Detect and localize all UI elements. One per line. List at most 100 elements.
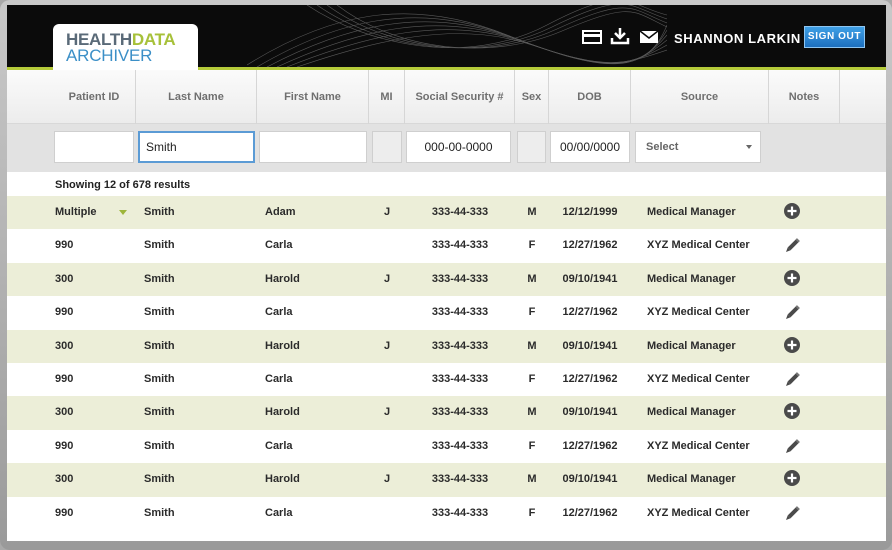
cell-ssn: 333-44-333 (431, 206, 489, 218)
cell-ssn: 333-44-333 (431, 406, 489, 419)
user-name[interactable]: SHANNON LARKIN (674, 31, 801, 46)
plus-icon[interactable] (783, 402, 801, 420)
cell-source: Medical Manager (647, 339, 736, 352)
logo[interactable]: HEALTHDATA ARCHIVER (53, 24, 198, 70)
cell-last-name: Smith (144, 506, 175, 519)
header-swirl-decoration (247, 5, 667, 67)
cell-ssn: 333-44-333 (431, 372, 489, 385)
cell-sex: M (527, 406, 537, 419)
table-row[interactable]: 990 Smith Carla 333-44-333 F 12/27/1962 XYZ Me… (7, 296, 886, 330)
cell-patient-id: 300 (55, 473, 74, 486)
cell-dob: 12/27/1962 (562, 372, 618, 385)
sex-filter-input[interactable] (517, 131, 546, 163)
cell-sex: F (528, 306, 536, 319)
cell-first-name: Harold (265, 406, 300, 419)
cell-last-name: Smith (144, 306, 175, 319)
cell-sex: F (528, 372, 536, 385)
cell-sex: M (527, 206, 537, 218)
plus-icon[interactable] (783, 269, 801, 287)
table-row[interactable]: 990 Smith Carla 333-44-333 F 12/27/1962 XYZ Me… (7, 429, 886, 464)
pencil-icon[interactable] (783, 304, 801, 322)
cell-first-name: Carla (265, 306, 293, 319)
column-header-first-name[interactable]: First Name (257, 70, 369, 124)
cell-dob: 12/27/1962 (562, 506, 618, 519)
sign-out-button[interactable]: SIGN OUT (804, 26, 865, 48)
cell-dob: 12/27/1962 (562, 439, 618, 452)
cell-dob: 09/10/1941 (562, 339, 618, 352)
first-name-filter-input[interactable] (259, 131, 367, 163)
dob-filter-input[interactable] (550, 131, 630, 163)
app-window: SHANNON LARKIN SIGN OUT HEALTHDATA ARCHI… (7, 5, 886, 541)
cell-ssn: 333-44-333 (431, 272, 489, 285)
download-icon[interactable] (610, 27, 630, 45)
cell-last-name: Smith (144, 473, 175, 486)
table-column-headers: Patient ID Last Name First Name MI Socia… (7, 70, 886, 124)
cell-sex: M (527, 473, 537, 486)
patient-id-filter-input[interactable] (54, 131, 134, 163)
table-row[interactable]: 990 Smith Carla 333-44-333 F 12/27/1962 XYZ Me… (7, 496, 886, 530)
cell-patient-id: 300 (55, 406, 74, 419)
expand-caret-icon[interactable] (119, 210, 127, 215)
table-row[interactable]: 990 Smith Carla 333-44-333 F 12/27/1962 XYZ Me… (7, 362, 886, 397)
table-row[interactable]: 990 Smith Carla 333-44-333 F 12/27/1962 XYZ Me… (7, 229, 886, 263)
plus-icon[interactable] (783, 336, 801, 354)
table-row[interactable]: 300 Smith Harold J 333-44-333 M 09/10/1941 Medi… (7, 329, 886, 363)
cell-first-name: Harold (265, 339, 300, 352)
cell-sex: F (528, 506, 536, 519)
cell-first-name: Carla (265, 439, 293, 452)
ssn-filter-input[interactable] (406, 131, 511, 163)
cell-last-name: Smith (144, 406, 175, 419)
column-header-notes[interactable]: Notes (769, 70, 840, 124)
cell-source: Medical Manager (647, 206, 736, 218)
cell-first-name: Harold (265, 272, 300, 285)
cell-patient-id: 990 (55, 306, 74, 319)
mail-icon[interactable] (639, 29, 659, 45)
cell-ssn: 333-44-333 (431, 439, 489, 452)
source-filter-select[interactable]: Select (635, 131, 761, 163)
cell-first-name: Carla (265, 372, 293, 385)
cell-first-name: Harold (265, 473, 300, 486)
cell-source: XYZ Medical Center (647, 372, 750, 385)
column-header-mi[interactable]: MI (369, 70, 405, 124)
cell-sex: M (527, 339, 537, 352)
column-header-dob[interactable]: DOB (549, 70, 631, 124)
card-icon[interactable] (582, 29, 602, 45)
plus-icon[interactable] (783, 202, 801, 220)
cell-ssn: 333-44-333 (431, 506, 489, 519)
column-header-source[interactable]: Source (631, 70, 769, 124)
cell-sex: F (528, 439, 536, 452)
cell-source: XYZ Medical Center (647, 439, 750, 452)
column-header-ssn[interactable]: Social Security # (405, 70, 515, 124)
cell-last-name: Smith (144, 239, 175, 252)
column-header-sex[interactable]: Sex (515, 70, 549, 124)
column-header-last-name[interactable]: Last Name (136, 70, 257, 124)
filter-row: Select (7, 124, 886, 172)
cell-first-name: Carla (265, 506, 293, 519)
cell-patient-id: 990 (55, 372, 74, 385)
cell-dob: 09/10/1941 (562, 406, 618, 419)
last-name-filter-input[interactable] (138, 131, 255, 163)
pencil-icon[interactable] (783, 505, 801, 523)
table-row[interactable]: 300 Smith Harold J 333-44-333 M 09/10/1941 Medi… (7, 262, 886, 297)
plus-icon[interactable] (783, 469, 801, 487)
table-row[interactable]: Multiple Smith Adam J 333-44-333 M 12/12/1999 M… (7, 196, 886, 230)
pencil-icon[interactable] (783, 438, 801, 456)
cell-last-name: Smith (144, 372, 175, 385)
mi-filter-input[interactable] (372, 131, 402, 163)
cell-dob: 09/10/1941 (562, 473, 618, 486)
pencil-icon[interactable] (783, 371, 801, 389)
column-header-patient-id[interactable]: Patient ID (53, 70, 136, 124)
cell-source: Medical Manager (647, 272, 736, 285)
cell-source: Medical Manager (647, 473, 736, 486)
logo-archiver-text: ARCHIVER (66, 46, 153, 65)
table-row[interactable]: 300 Smith Harold J 333-44-333 M 09/10/1941 Medi… (7, 396, 886, 430)
cell-mi: J (383, 272, 391, 285)
cell-dob: 12/27/1962 (562, 306, 618, 319)
cell-dob: 09/10/1941 (562, 272, 618, 285)
pencil-icon[interactable] (783, 237, 801, 255)
table-row[interactable]: 300 Smith Harold J 333-44-333 M 09/10/1941 Medi… (7, 463, 886, 497)
cell-patient-id: 990 (55, 239, 74, 252)
cell-first-name: Adam (265, 206, 296, 218)
cell-patient-id: 990 (55, 439, 74, 452)
cell-patient-id: 300 (55, 339, 74, 352)
